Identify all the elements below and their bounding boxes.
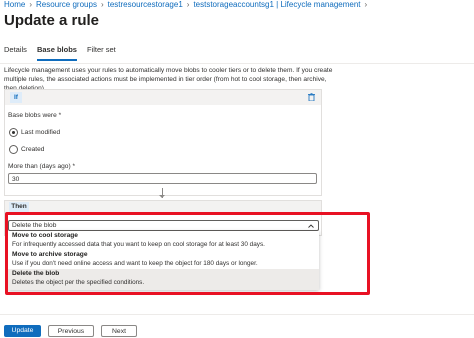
tab-filter-set[interactable]: Filter set xyxy=(87,45,116,61)
chevron-right-icon: › xyxy=(186,0,190,9)
chevron-right-icon: › xyxy=(364,0,368,9)
trash-icon[interactable] xyxy=(308,93,315,101)
radio-last-modified[interactable] xyxy=(9,128,18,137)
previous-button[interactable]: Previous xyxy=(48,325,94,337)
highlight-box xyxy=(5,212,370,295)
then-tag: Then xyxy=(9,202,29,212)
breadcrumb-lifecycle[interactable]: teststorageaccountsg1 | Lifecycle manage… xyxy=(193,0,360,9)
days-label: More than (days ago) * xyxy=(8,163,76,170)
footer-divider xyxy=(0,314,474,315)
tab-bar: Details Base blobs Filter set xyxy=(4,45,126,61)
radio-created-label: Created xyxy=(21,146,45,153)
radio-created[interactable] xyxy=(9,145,18,154)
breadcrumb-home[interactable]: Home xyxy=(4,0,25,9)
tab-details[interactable]: Details xyxy=(4,45,27,61)
arrow-down-icon xyxy=(159,195,165,198)
if-tag: If xyxy=(10,92,22,103)
update-button[interactable]: Update xyxy=(4,325,41,337)
next-button[interactable]: Next xyxy=(101,325,137,337)
tab-base-blobs[interactable]: Base blobs xyxy=(36,45,77,61)
radio-last-modified-label: Last modified xyxy=(21,129,61,136)
breadcrumb: Home › Resource groups › testresourcesto… xyxy=(4,0,371,9)
page-title: Update a rule xyxy=(4,12,100,29)
tab-divider xyxy=(0,63,474,64)
chevron-right-icon: › xyxy=(29,0,33,9)
chevron-right-icon: › xyxy=(100,0,104,9)
if-section-header: If xyxy=(5,90,321,105)
breadcrumb-resource-group[interactable]: testresourcestorage1 xyxy=(108,0,183,9)
breadcrumb-resource-groups[interactable]: Resource groups xyxy=(36,0,97,9)
days-input[interactable]: 30 xyxy=(8,173,317,184)
base-blobs-label: Base blobs were * xyxy=(8,112,62,119)
